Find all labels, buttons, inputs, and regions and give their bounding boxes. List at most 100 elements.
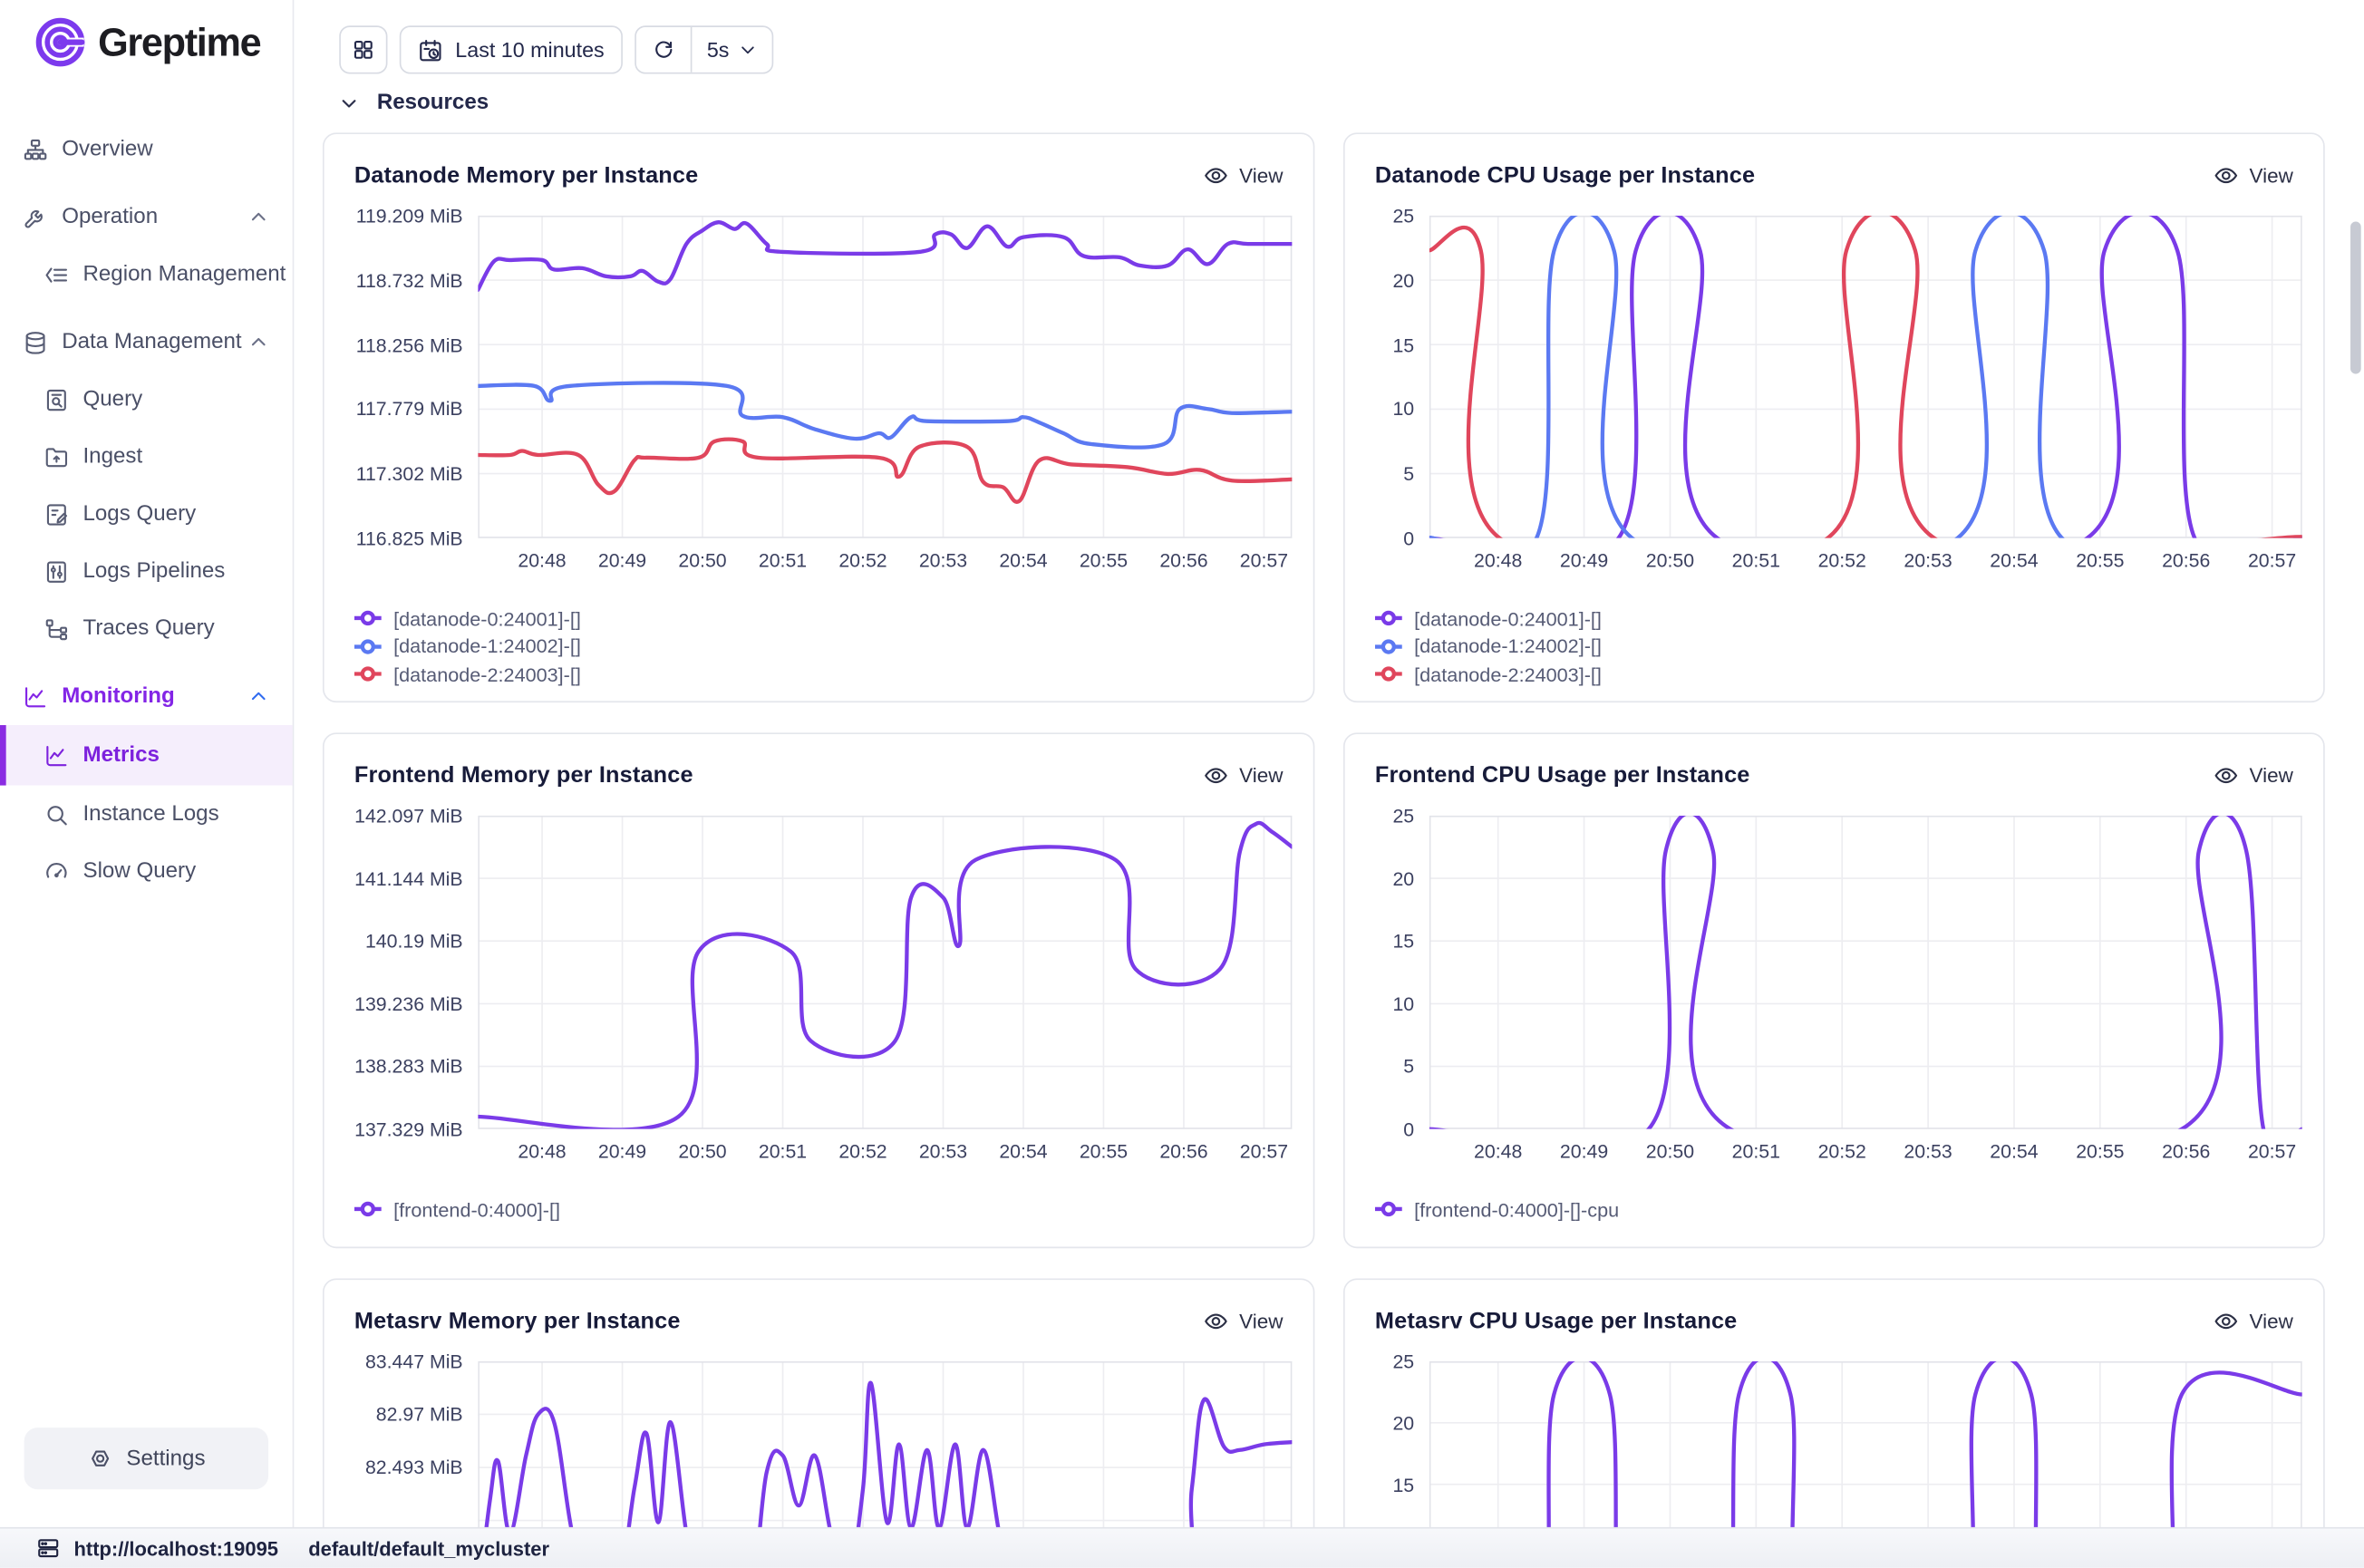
app-window: Greptime Overview Operation Region Managem… — [0, 0, 2364, 1568]
legend-item[interactable]: [datanode-2:24003]-[] — [354, 661, 1284, 689]
legend-item[interactable]: [frontend-0:4000]-[]-cpu — [1375, 1195, 2293, 1224]
x-axis-label: 20:57 — [1240, 548, 1288, 571]
legend-item[interactable]: [datanode-0:24001]-[] — [1375, 605, 2293, 633]
y-axis-label: 118.256 MiB — [354, 334, 463, 356]
y-axis-label: 142.097 MiB — [354, 804, 463, 827]
vertical-scrollbar[interactable] — [2350, 222, 2361, 374]
chart-card-2: Frontend Memory per InstanceView142.097 … — [323, 732, 1314, 1248]
sidebar-item-metrics[interactable]: Metrics — [0, 725, 293, 786]
sidebar-item-slow-query[interactable]: Slow Query — [0, 843, 293, 900]
cluster-name[interactable]: default/default_mycluster — [308, 1537, 549, 1560]
x-axis-label: 20:52 — [1818, 548, 1866, 571]
legend-marker-icon — [354, 665, 382, 683]
legend-marker-icon — [1375, 1200, 1402, 1218]
sidebar-item-instance-logs[interactable]: Instance Logs — [0, 786, 293, 843]
eye-icon — [1203, 162, 1228, 188]
x-axis-label: 20:53 — [1904, 548, 1952, 571]
legend-item[interactable]: [datanode-1:24002]-[] — [354, 633, 1284, 661]
chart-plot-area[interactable]: 119.209 MiB118.732 MiB118.256 MiB117.779… — [354, 216, 1284, 581]
eye-icon — [1203, 762, 1228, 788]
x-axis-label: 20:53 — [1904, 1139, 1952, 1162]
chart-plot-area[interactable]: 252015105020:4820:4920:5020:5120:5220:53… — [1375, 816, 2293, 1172]
chart-plot-area[interactable]: 83.447 MiB82.97 MiB82.493 MiB — [354, 1361, 1284, 1529]
sidebar-item-monitoring[interactable]: Monitoring — [0, 668, 293, 725]
x-axis-label: 20:51 — [1732, 548, 1780, 571]
grid-icon — [352, 38, 376, 63]
view-label: View — [2250, 763, 2293, 786]
legend-marker-icon — [354, 609, 382, 627]
view-button[interactable]: View — [1203, 162, 1283, 188]
sidebar-nav: Overview Operation Region Management Data M… — [0, 121, 293, 900]
view-button[interactable]: View — [1203, 1308, 1283, 1333]
sidebar-item-label: Data Management — [62, 330, 241, 354]
legend-item[interactable]: [datanode-1:24002]-[] — [1375, 633, 2293, 661]
chart-canvas — [1429, 216, 2302, 538]
y-axis-label: 25 — [1375, 1350, 1414, 1372]
chart-plot-area[interactable]: 252015 — [1375, 1361, 2293, 1529]
view-button[interactable]: View — [2214, 762, 2293, 788]
refresh-icon — [651, 38, 675, 63]
sidebar-item-label: Slow Query — [82, 859, 196, 884]
series-line — [1429, 1361, 2302, 1529]
x-axis-label: 20:55 — [2076, 1139, 2124, 1162]
series-line — [478, 1383, 1292, 1529]
legend-marker-icon — [1375, 665, 1402, 683]
x-axis-label: 20:56 — [2162, 1139, 2210, 1162]
sidebar-item-overview[interactable]: Overview — [0, 121, 293, 178]
sidebar-item-data-management[interactable]: Data Management — [0, 314, 293, 371]
view-label: View — [2250, 163, 2293, 186]
server-url[interactable]: http://localhost:19095 — [74, 1537, 279, 1560]
server-icon — [36, 1536, 61, 1561]
view-button[interactable]: View — [2214, 1308, 2293, 1333]
x-axis-label: 20:57 — [2248, 548, 2296, 571]
y-axis-label: 25 — [1375, 204, 1414, 227]
y-axis-label: 139.236 MiB — [354, 992, 463, 1015]
sidebar-item-query[interactable]: Query — [0, 371, 293, 428]
refresh-interval-select[interactable]: 5s — [691, 27, 771, 73]
y-axis-label: 119.209 MiB — [354, 204, 463, 227]
y-axis-label: 10 — [1375, 398, 1414, 421]
chevron-up-icon[interactable] — [248, 687, 268, 707]
chart-plot-area[interactable]: 252015105020:4820:4920:5020:5120:5220:53… — [1375, 216, 2293, 581]
chart-title: Frontend CPU Usage per Instance — [1375, 762, 1750, 788]
settings-button[interactable]: Settings — [24, 1428, 268, 1489]
legend-label: [datanode-2:24003]-[] — [1414, 663, 1602, 685]
legend-item[interactable]: [datanode-0:24001]-[] — [354, 605, 1284, 633]
refresh-button[interactable] — [636, 27, 691, 73]
legend-item[interactable]: [frontend-0:4000]-[] — [354, 1195, 1284, 1224]
legend-label: [frontend-0:4000]-[]-cpu — [1414, 1198, 1619, 1221]
greptime-logo[interactable]: Greptime — [34, 15, 261, 70]
toolbar: Last 10 minutes 5s — [339, 25, 772, 73]
sidebar-item-label: Region Management — [82, 262, 286, 286]
search-icon — [43, 800, 70, 828]
sidebar-item-traces-query[interactable]: Traces Query — [0, 600, 293, 657]
sidebar-item-operation[interactable]: Operation — [0, 189, 293, 246]
sidebar-item-logs-query[interactable]: Logs Query — [0, 486, 293, 543]
chart-title: Datanode CPU Usage per Instance — [1375, 162, 1755, 188]
chart-canvas — [478, 1361, 1292, 1529]
resources-section-header[interactable]: Resources — [339, 91, 489, 115]
eye-icon — [2214, 162, 2239, 188]
layout-grid-button[interactable] — [339, 25, 387, 73]
sidebar-item-label: Logs Pipelines — [82, 559, 225, 584]
sidebar-item-region-management[interactable]: Region Management — [0, 246, 293, 303]
eye-icon — [2214, 762, 2239, 788]
sidebar: Greptime Overview Operation Region Managem… — [0, 0, 294, 1529]
card-header: Frontend CPU Usage per Instance View — [1375, 755, 2293, 794]
chevron-up-icon[interactable] — [248, 208, 268, 227]
view-button[interactable]: View — [1203, 762, 1283, 788]
x-axis-label: 20:55 — [1080, 1139, 1128, 1162]
x-axis-label: 20:54 — [1990, 1139, 2038, 1162]
legend-marker-icon — [1375, 609, 1402, 627]
legend-marker-icon — [1375, 637, 1402, 655]
chart-plot-area[interactable]: 142.097 MiB141.144 MiB140.19 MiB139.236 … — [354, 816, 1284, 1172]
view-button[interactable]: View — [2214, 162, 2293, 188]
refresh-group: 5s — [635, 25, 773, 73]
time-range-button[interactable]: Last 10 minutes — [400, 25, 623, 73]
sidebar-item-logs-pipelines[interactable]: Logs Pipelines — [0, 543, 293, 600]
legend-item[interactable]: [datanode-2:24003]-[] — [1375, 661, 2293, 689]
series-line — [1429, 216, 2302, 538]
chevron-up-icon[interactable] — [248, 333, 268, 353]
sidebar-item-ingest[interactable]: Ingest — [0, 428, 293, 485]
x-axis-label: 20:56 — [2162, 548, 2210, 571]
